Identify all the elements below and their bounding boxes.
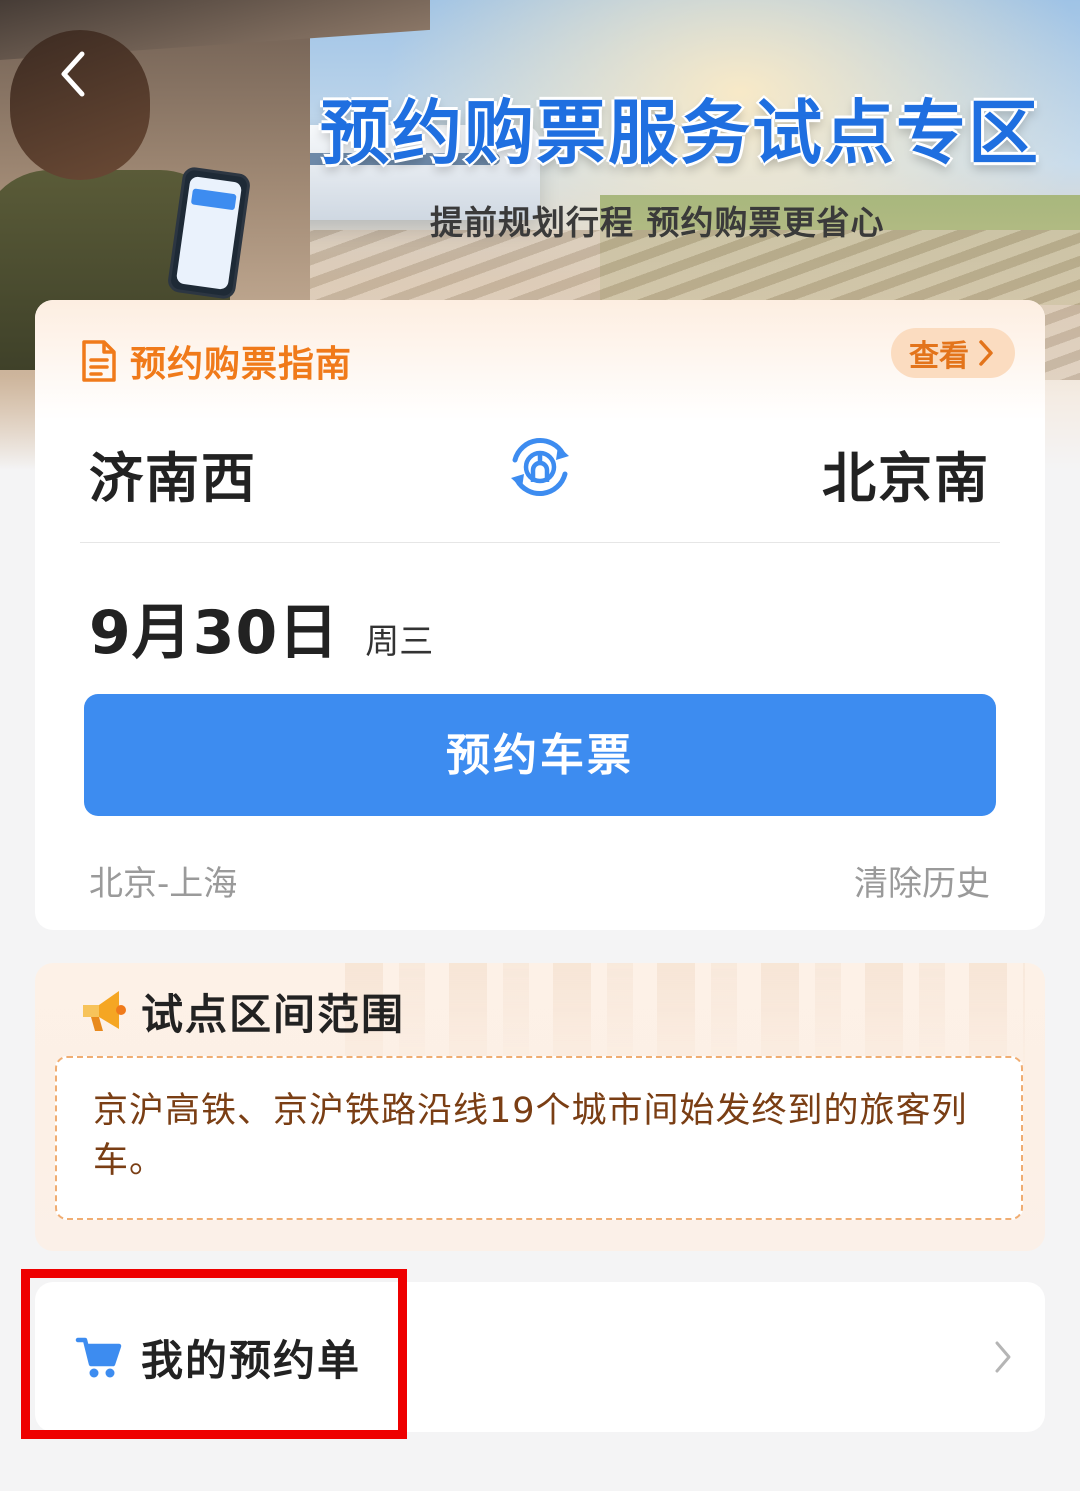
traveler-illustration (0, 20, 252, 370)
megaphone-icon (83, 991, 126, 1031)
phone-screen (175, 175, 243, 291)
chevron-right-icon (995, 1341, 1011, 1373)
railway-swap-icon[interactable] (503, 430, 577, 504)
hero-title: 预约购票服务试点专区 (320, 92, 1040, 174)
guide-link[interactable]: 预约购票指南 (80, 336, 352, 386)
cart-icon (75, 1337, 122, 1378)
booking-card: 预约购票指南 查看 济南西 北京南 9月30日 周三 预约车票 北京-上海 清除… (35, 300, 1045, 930)
guide-label: 预约购票指南 (130, 344, 353, 385)
pilot-range-header: 试点区间范围 (77, 981, 405, 1041)
travel-date: 9月30日 (89, 598, 340, 668)
date-selector[interactable]: 9月30日 周三 (89, 584, 433, 671)
clear-history-button[interactable]: 清除历史 (854, 856, 990, 905)
pilot-range-description: 京沪高铁、京沪铁路沿线19个城市间始发终到的旅客列车。 (93, 1091, 968, 1181)
view-guide-button[interactable]: 查看 (891, 328, 1015, 378)
my-orders-label: 我的预约单 (141, 1335, 362, 1385)
book-ticket-button[interactable]: 预约车票 (84, 694, 996, 816)
pilot-range-title: 试点区间范围 (141, 989, 406, 1039)
divider (80, 542, 1000, 543)
pilot-range-box: 京沪高铁、京沪铁路沿线19个城市间始发终到的旅客列车。 (55, 1056, 1023, 1220)
to-station[interactable]: 北京南 (822, 434, 990, 513)
history-item[interactable]: 北京-上海 (89, 856, 237, 905)
pilot-range-card: 试点区间范围 京沪高铁、京沪铁路沿线19个城市间始发终到的旅客列车。 (35, 963, 1045, 1251)
my-orders-row[interactable]: 我的预约单 (35, 1282, 1045, 1432)
chevron-left-icon (61, 51, 85, 97)
travel-weekday: 周三 (365, 622, 434, 662)
back-button[interactable] (48, 44, 98, 104)
my-orders-content: 我的预约单 (75, 1282, 361, 1432)
document-icon (82, 340, 116, 382)
view-label: 查看 (909, 339, 969, 374)
from-station[interactable]: 济南西 (89, 434, 257, 513)
hero-subtitle: 提前规划行程 预约购票更省心 (430, 203, 885, 242)
chevron-right-icon (979, 340, 993, 366)
